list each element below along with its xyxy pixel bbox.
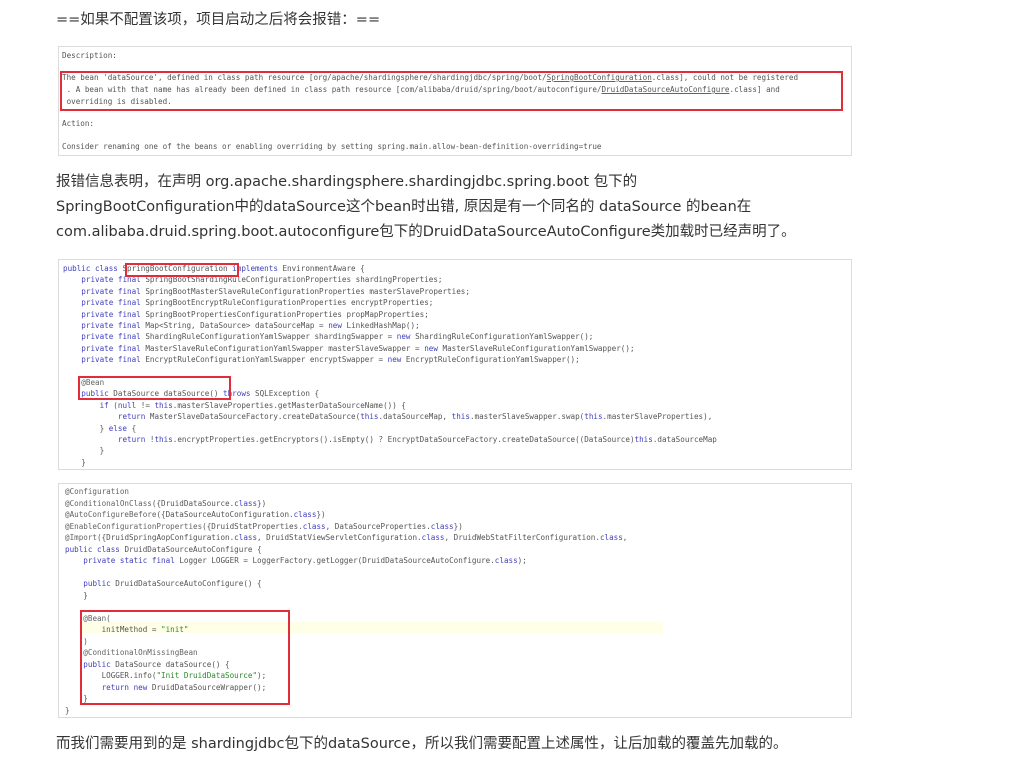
code-line: }	[65, 705, 70, 715]
code-line: public DruidDataSourceAutoConfigure() {	[83, 579, 262, 588]
code-line: }	[63, 446, 105, 456]
code-line: } else {	[63, 423, 137, 433]
error-highlight-box	[60, 71, 843, 111]
action-text: Consider renaming one of the beans or en…	[62, 142, 602, 151]
intro-text: ==如果不配置该项，项目启动之后将会报错：==	[56, 12, 381, 28]
code-line: private final MasterSlaveRuleConfigurati…	[81, 343, 635, 353]
code-line: private static final Logger LOGGER = Log…	[83, 556, 527, 565]
code-line: @Configuration	[65, 487, 130, 496]
class-name-highlight	[125, 263, 239, 277]
explanation-line-1: 报错信息表明，在声明 org.apache.shardingsphere.sha…	[56, 174, 638, 190]
code-line: private final ShardingRuleConfigurationY…	[81, 332, 594, 342]
code-line: private final SpringBootMasterSlaveRuleC…	[81, 286, 470, 296]
code-line: private final SpringBootShardingRuleConf…	[81, 275, 443, 285]
code-screenshot-druid: @Configuration @ConditionalOnClass({Druid…	[58, 483, 852, 718]
error-screenshot: Description: The bean 'dataSource', defi…	[58, 46, 852, 156]
datasource-bean-highlight	[78, 376, 231, 400]
explanation-line-2: SpringBootConfiguration中的dataSource这个bea…	[56, 199, 752, 215]
code-line: }	[65, 590, 88, 600]
code-line: return !this.encryptProperties.getEncryp…	[117, 435, 717, 444]
code-screenshot-springboot: public class SpringBootConfiguration imp…	[58, 259, 852, 470]
code-line: private final SpringBootEncryptRuleConfi…	[81, 298, 434, 308]
code-line: }	[63, 457, 86, 467]
code-line: @EnableConfigurationProperties({DruidSta…	[65, 521, 463, 531]
code-line: private final Map<String, DataSource> da…	[81, 321, 420, 330]
druid-bean-highlight	[80, 610, 290, 705]
explanation-line-3: com.alibaba.druid.spring.boot.autoconfig…	[56, 224, 796, 240]
code-line: @Import({DruidSpringAopConfiguration.cla…	[65, 533, 628, 542]
code-line: if (null != this.masterSlaveProperties.g…	[99, 400, 406, 410]
code-line: private final SpringBootPropertiesConfig…	[81, 309, 429, 319]
code-line: return MasterSlaveDataSourceFactory.crea…	[117, 412, 713, 422]
action-label: Action:	[62, 119, 95, 128]
conclusion-text: 而我们需要用到的是 shardingjdbc包下的dataSource，所以我们…	[56, 736, 788, 752]
code-line: private final EncryptRuleConfigurationYa…	[81, 355, 580, 365]
code-line: @AutoConfigureBefore({DataSourceAutoConf…	[65, 510, 326, 519]
description-label: Description:	[62, 51, 117, 60]
code-line: public class DruidDataSourceAutoConfigur…	[65, 544, 262, 554]
code-line: @ConditionalOnClass({DruidDataSource.cla…	[65, 498, 267, 508]
